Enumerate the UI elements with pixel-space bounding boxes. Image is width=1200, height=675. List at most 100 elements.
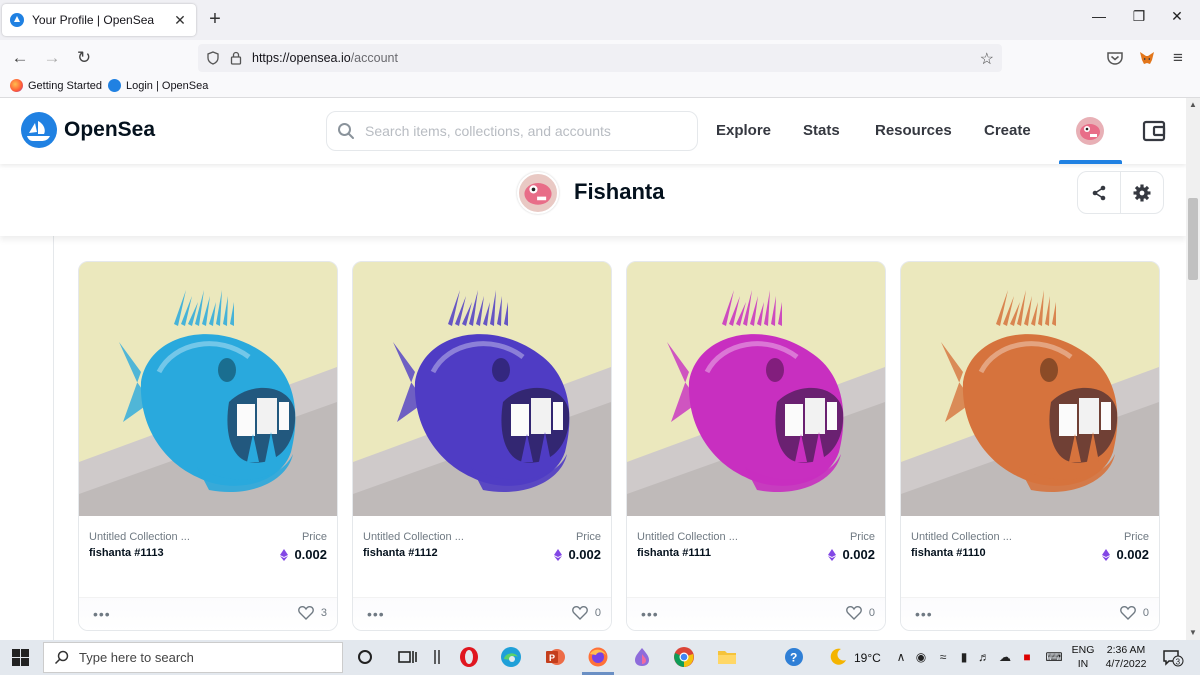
back-arrow-icon[interactable]: ← — [8, 46, 32, 70]
more-options-icon[interactable]: ••• — [93, 606, 111, 622]
cortana-icon[interactable] — [354, 646, 376, 668]
menu-icon[interactable]: ≡ — [1166, 46, 1190, 70]
minimize-icon[interactable]: — — [1088, 8, 1110, 24]
search-input[interactable] — [365, 123, 685, 139]
search-box[interactable] — [326, 111, 698, 151]
address-bar[interactable]: https://opensea.io/account ☆ — [198, 44, 1002, 72]
like-button[interactable]: 0 — [845, 605, 875, 620]
taskbar-search-placeholder: Type here to search — [79, 650, 194, 665]
item-name[interactable]: fishanta #1112 — [363, 547, 438, 559]
nft-image[interactable] — [353, 262, 611, 516]
anglerfish-artwork — [627, 262, 885, 516]
browser-tab[interactable]: Your Profile | OpenSea ✕ — [2, 4, 196, 36]
nft-card[interactable]: Untitled Collection ... fishanta #1112 P… — [352, 261, 612, 631]
system-clock[interactable]: 2:36 AM 4/7/2022 — [1101, 643, 1151, 671]
opera-icon[interactable] — [458, 646, 480, 668]
meet-now-icon[interactable]: ◉ — [913, 650, 929, 664]
nav-explore[interactable]: Explore — [716, 122, 771, 139]
like-count: 0 — [868, 606, 875, 619]
powerpoint-icon[interactable]: P — [544, 646, 566, 668]
firefox-icon[interactable] — [587, 646, 609, 668]
pocket-icon[interactable] — [1106, 49, 1124, 67]
account-avatar[interactable] — [1076, 117, 1104, 145]
item-name[interactable]: fishanta #1110 — [911, 547, 986, 559]
close-tab-icon[interactable]: ✕ — [172, 12, 188, 29]
item-name[interactable]: fishanta #1111 — [637, 547, 711, 559]
eth-icon — [554, 548, 563, 561]
weather-temperature[interactable]: 19°C — [854, 651, 881, 665]
nft-card[interactable]: Untitled Collection ... fishanta #1110 P… — [900, 261, 1160, 631]
taskbar-search[interactable]: Type here to search — [43, 642, 343, 673]
notification-center-icon[interactable]: 3 — [1162, 649, 1184, 667]
nav-stats[interactable]: Stats — [803, 122, 840, 139]
paint-3d-icon[interactable] — [631, 646, 653, 668]
page-scrollbar[interactable]: ▲ ▼ — [1186, 98, 1200, 640]
windows-start-icon[interactable] — [12, 649, 29, 666]
help-icon[interactable]: ? — [783, 646, 805, 668]
card-footer: ••• 3 — [79, 597, 337, 630]
nav-resources[interactable]: Resources — [875, 122, 952, 139]
opensea-logo-icon[interactable] — [21, 112, 57, 148]
metamask-fox-icon[interactable] — [1138, 49, 1156, 67]
collection-name[interactable]: Untitled Collection ... — [363, 531, 464, 543]
nft-card[interactable]: Untitled Collection ... fishanta #1113 P… — [78, 261, 338, 631]
like-button[interactable]: 0 — [571, 605, 601, 620]
collection-name[interactable]: Untitled Collection ... — [911, 531, 1012, 543]
more-options-icon[interactable]: ••• — [641, 606, 659, 622]
nft-image[interactable] — [901, 262, 1159, 516]
scroll-down-arrow-icon[interactable]: ▼ — [1189, 628, 1197, 637]
scroll-up-arrow-icon[interactable]: ▲ — [1189, 100, 1197, 109]
show-hidden-icons-icon[interactable]: ∧ — [893, 650, 909, 664]
opensea-header: OpenSea Explore Stats Resources Create — [0, 98, 1186, 164]
price-value: 0.002 — [1116, 547, 1149, 562]
price: 0.002 — [554, 547, 601, 562]
bookmark-label: Getting Started — [28, 79, 102, 92]
eth-icon — [1102, 548, 1111, 561]
forward-arrow-icon[interactable]: → — [40, 46, 64, 70]
restore-icon[interactable]: ❐ — [1128, 8, 1150, 25]
like-button[interactable]: 3 — [297, 605, 327, 620]
more-options-icon[interactable]: ••• — [915, 606, 933, 622]
brand-name[interactable]: OpenSea — [64, 118, 155, 142]
task-view-icon[interactable] — [396, 646, 418, 668]
volume-icon[interactable]: ♬ — [976, 650, 992, 664]
price: 0.002 — [1102, 547, 1149, 562]
antivirus-icon[interactable]: ■ — [1019, 650, 1035, 664]
browser-tab-bar: Your Profile | OpenSea ✕ + — ❐ ✕ — [0, 0, 1200, 40]
scrollbar-thumb[interactable] — [1188, 198, 1198, 280]
settings-button[interactable] — [1120, 172, 1163, 213]
chrome-icon[interactable] — [673, 646, 695, 668]
item-name[interactable]: fishanta #1113 — [89, 547, 164, 559]
profile-avatar — [517, 172, 559, 214]
heart-icon — [297, 605, 314, 620]
collection-name[interactable]: Untitled Collection ... — [637, 531, 738, 543]
more-options-icon[interactable]: ••• — [367, 606, 385, 622]
nft-card[interactable]: Untitled Collection ... fishanta #1111 P… — [626, 261, 886, 631]
heart-icon — [845, 605, 862, 620]
nft-image[interactable] — [79, 262, 337, 516]
file-explorer-icon[interactable] — [716, 646, 738, 668]
new-tab-button[interactable]: + — [204, 8, 226, 30]
nav-create[interactable]: Create — [984, 122, 1031, 139]
card-footer: ••• 0 — [901, 597, 1159, 630]
nft-image[interactable] — [627, 262, 885, 516]
bookmark-star-icon[interactable]: ☆ — [980, 49, 994, 69]
like-button[interactable]: 0 — [1119, 605, 1149, 620]
share-button[interactable] — [1078, 172, 1120, 213]
weather-moon-icon[interactable] — [827, 646, 849, 668]
browser-navigation-bar: ← → ↻ https://opensea.io/account ☆ ≡ — [0, 40, 1200, 76]
close-window-icon[interactable]: ✕ — [1166, 8, 1188, 25]
wallet-icon[interactable] — [1142, 120, 1166, 142]
input-language[interactable]: ENG IN — [1071, 643, 1095, 671]
onedrive-icon[interactable]: ☁ — [997, 650, 1013, 664]
bookmark-login-opensea[interactable]: Login | OpenSea — [108, 79, 208, 92]
edge-icon[interactable] — [500, 646, 522, 668]
collection-name[interactable]: Untitled Collection ... — [89, 531, 190, 543]
bookmark-getting-started[interactable]: Getting Started — [10, 79, 102, 92]
reload-icon[interactable]: ↻ — [72, 46, 96, 70]
url-host: https://opensea.io — [252, 51, 351, 65]
keyboard-icon[interactable]: ⌨ — [1043, 650, 1065, 664]
tab-title: Your Profile | OpenSea — [32, 13, 155, 27]
battery-icon[interactable]: ▮ — [956, 650, 972, 664]
wifi-icon[interactable]: ≈ — [935, 650, 951, 664]
